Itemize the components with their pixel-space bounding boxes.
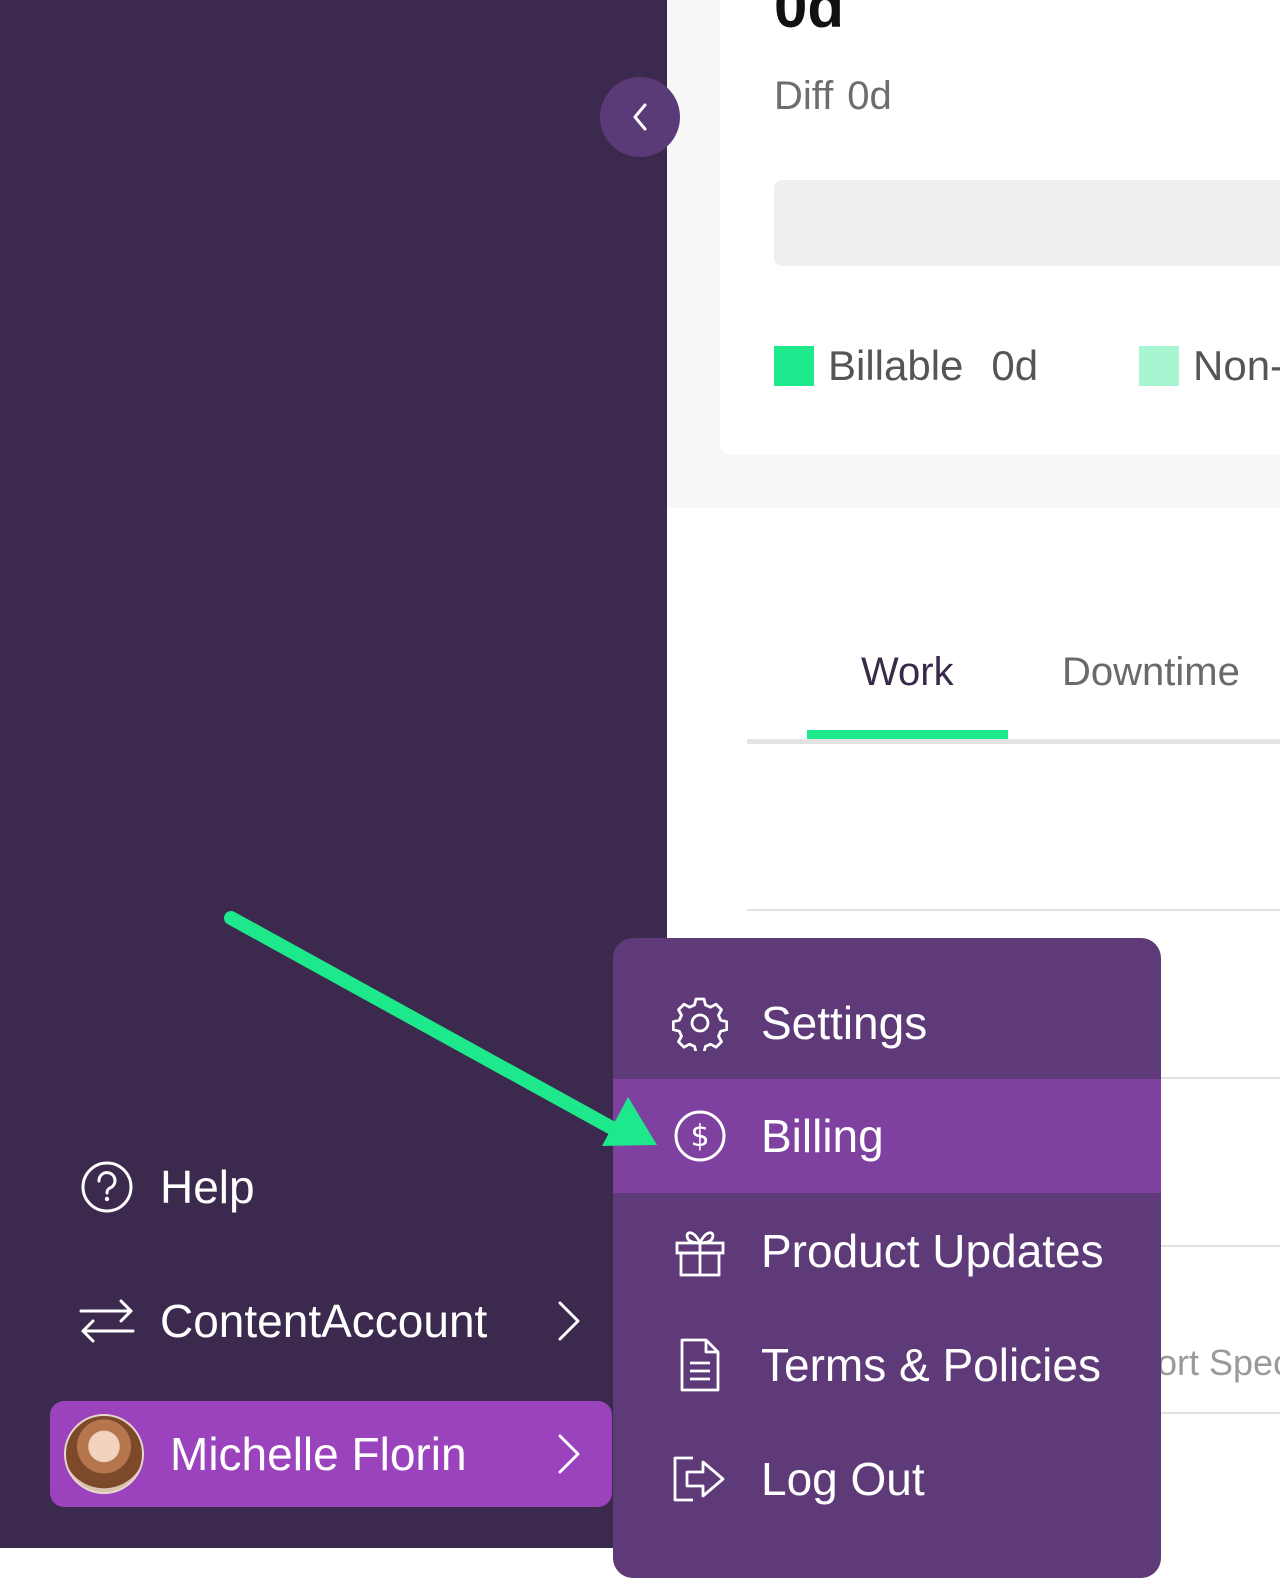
menu-item-product-updates[interactable]: Product Updates — [613, 1194, 1161, 1308]
menu-item-label: Billing — [761, 1110, 884, 1162]
active-tab-indicator — [807, 730, 1008, 739]
gear-icon — [613, 995, 761, 1051]
menu-item-billing[interactable]: $ Billing — [613, 1079, 1161, 1193]
help-circle-icon — [50, 1159, 160, 1215]
total-value: 0d — [774, 0, 845, 40]
diff-row: Diff 0d — [774, 74, 892, 119]
svg-text:$: $ — [690, 1119, 709, 1154]
sidebar-item-help[interactable]: Help — [50, 1134, 612, 1240]
sidebar-item-content-account[interactable]: ContentAccount — [50, 1268, 612, 1374]
legend-swatch — [1139, 346, 1179, 386]
diff-value: 0d — [847, 74, 892, 118]
legend-label: Billable — [828, 342, 964, 389]
chevron-left-icon — [633, 103, 647, 131]
menu-item-label: Terms & Policies — [761, 1339, 1101, 1391]
menu-item-terms-policies[interactable]: Terms & Policies — [613, 1308, 1161, 1422]
sidebar-user-menu[interactable]: Michelle Florin — [50, 1401, 612, 1507]
legend-value: 0d — [991, 342, 1039, 389]
chevron-right-icon — [556, 1268, 582, 1374]
document-icon — [613, 1337, 761, 1393]
tab-work[interactable]: Work — [861, 650, 954, 695]
faded-row-text: ort Spec — [1157, 1342, 1280, 1383]
sidebar-item-label: Help — [160, 1161, 255, 1213]
sidebar: Help ContentAccount Michelle Florin — [0, 0, 667, 1548]
tab-downtime[interactable]: Downtime — [1062, 650, 1240, 695]
user-dropdown-menu: Settings $ Billing Product Updates Terms… — [613, 938, 1161, 1578]
divider — [1157, 1245, 1280, 1247]
divider — [747, 909, 1280, 911]
sidebar-item-label: ContentAccount — [160, 1295, 488, 1347]
menu-item-label: Product Updates — [761, 1225, 1104, 1277]
chevron-right-icon — [556, 1401, 582, 1507]
menu-item-label: Log Out — [761, 1453, 925, 1505]
dollar-circle-icon: $ — [613, 1108, 761, 1164]
avatar — [64, 1414, 144, 1494]
divider — [1157, 1077, 1280, 1079]
switch-arrows-icon — [50, 1299, 160, 1343]
diff-label: Diff — [774, 74, 834, 118]
divider — [1157, 1412, 1280, 1414]
tab-bar: Work Downtime — [747, 640, 1280, 745]
user-name: Michelle Florin — [170, 1428, 467, 1480]
menu-item-log-out[interactable]: Log Out — [613, 1422, 1161, 1536]
gift-icon — [613, 1223, 761, 1279]
progress-bar — [774, 180, 1280, 266]
logout-icon — [613, 1454, 761, 1504]
legend-billable: Billable 0d — [774, 342, 1038, 390]
summary-card: 0d Diff 0d Billable 0d Non- — [720, 0, 1280, 455]
legend-swatch — [774, 346, 814, 386]
summary-panel: 0d Diff 0d Billable 0d Non- — [667, 0, 1280, 508]
tab-divider — [747, 739, 1280, 744]
collapse-sidebar-button[interactable] — [600, 77, 680, 157]
menu-item-label: Settings — [761, 997, 928, 1049]
menu-item-settings[interactable]: Settings — [613, 966, 1161, 1080]
legend-non-billable: Non- — [1139, 342, 1280, 390]
legend-label: Non- — [1193, 342, 1280, 389]
